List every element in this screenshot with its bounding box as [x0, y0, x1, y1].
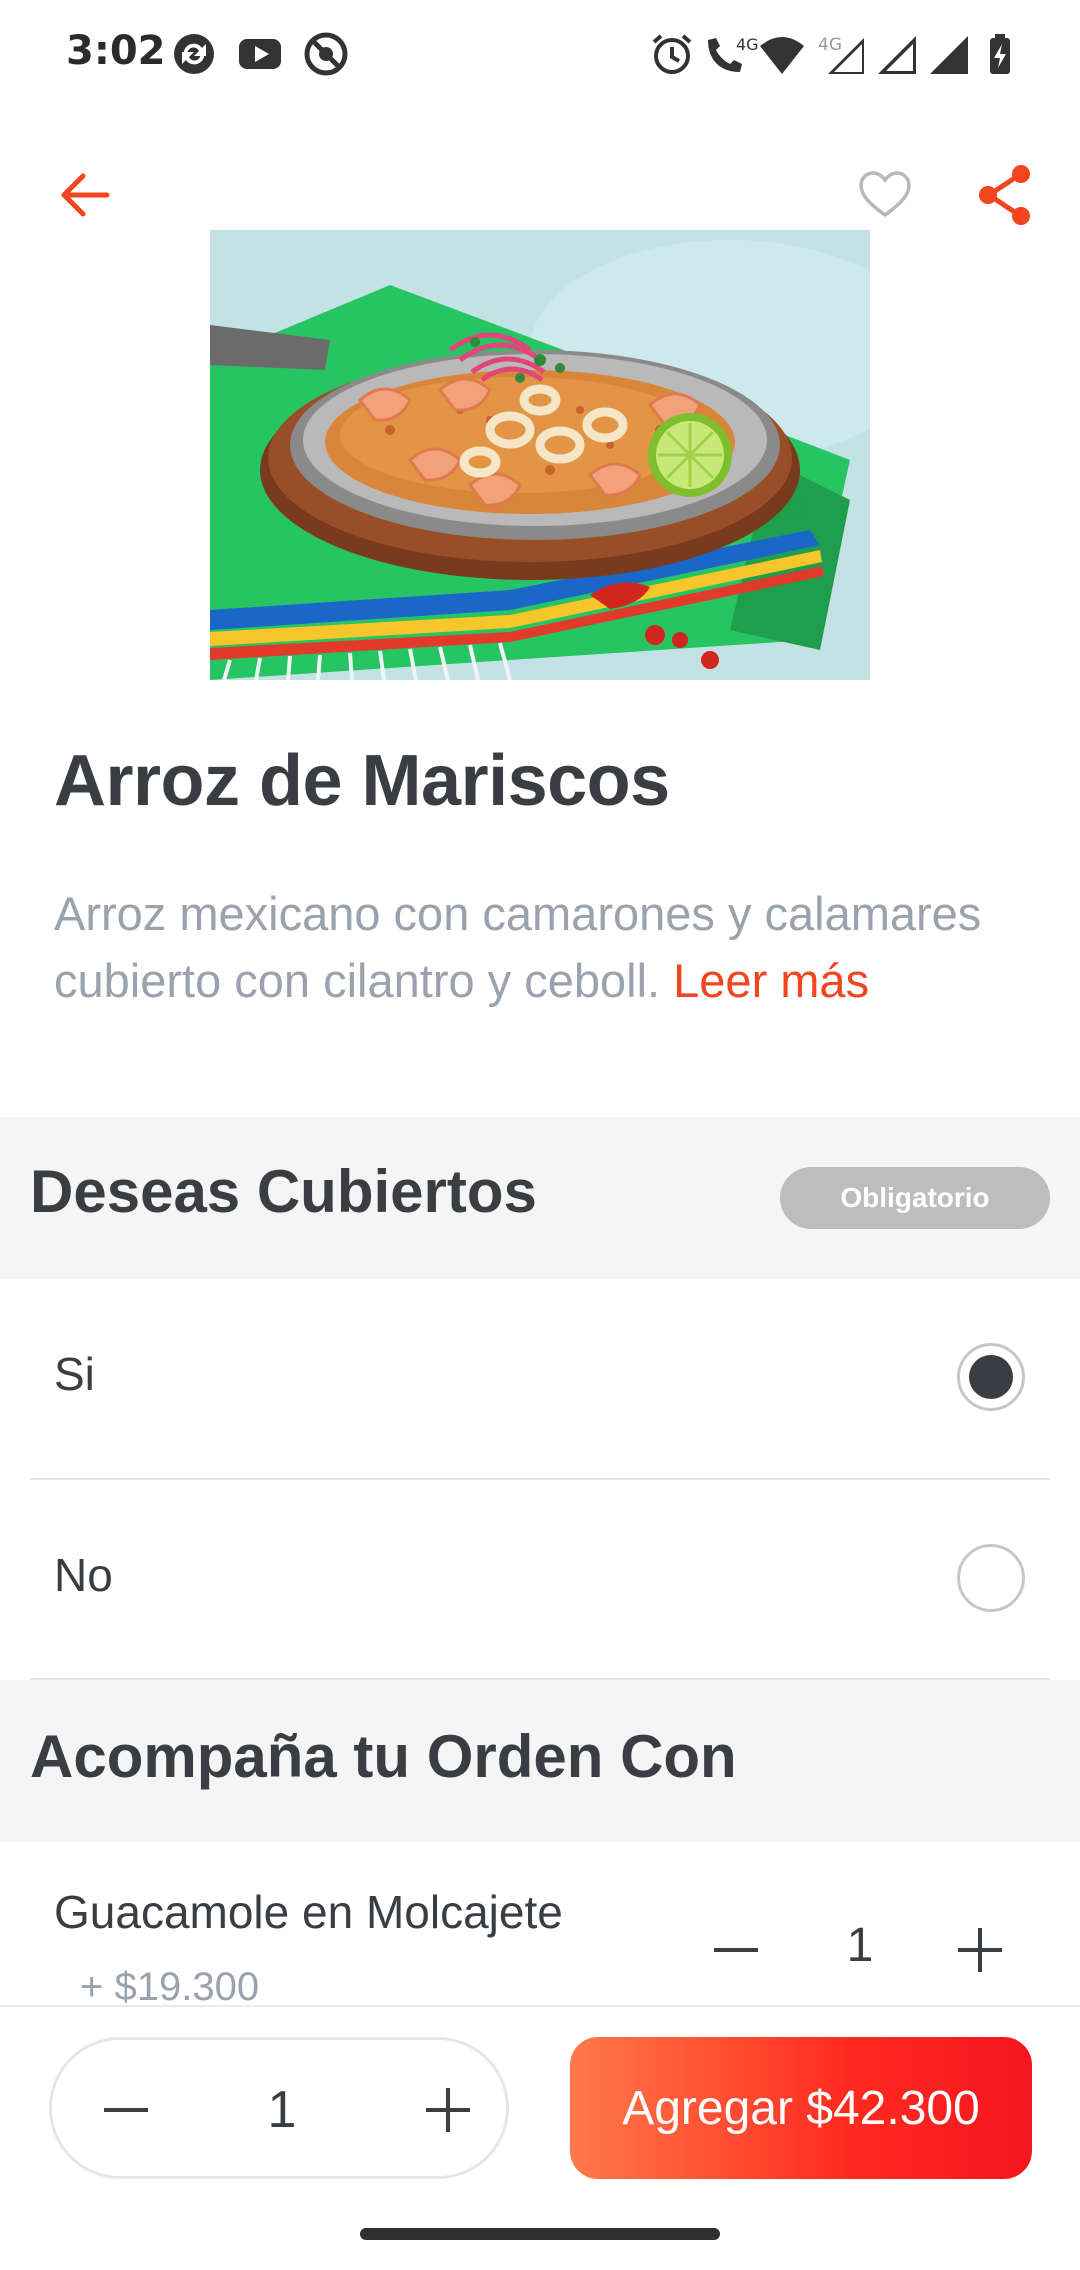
status-bar: 3:02 4G 4G [0, 0, 1080, 110]
quantity-stepper: 1 [49, 2037, 509, 2179]
section-header-cubiertos: Deseas Cubiertos Obligatorio [0, 1117, 1080, 1279]
share-icon [979, 165, 1030, 225]
status-time: 3:02 [66, 28, 166, 74]
option-label: No [54, 1549, 113, 1601]
heart-outline-icon [859, 171, 911, 218]
quantity-value: 1 [267, 2081, 297, 2139]
signal-4g-icon: 4G [818, 35, 864, 74]
product-title: Arroz de Mariscos [54, 741, 670, 821]
top-bar [0, 150, 1080, 240]
option-label: Si [54, 1348, 95, 1400]
addon-price: + $19.300 [80, 1965, 260, 2009]
required-badge: Obligatorio [780, 1167, 1050, 1229]
section-header-addons: Acompaña tu Orden Con [0, 1680, 1080, 1842]
plus-icon [958, 1928, 1002, 1972]
addon-name: Guacamole en Molcajete [54, 1886, 563, 1938]
add-to-cart-button[interactable]: Agregar $42.300 [570, 2037, 1032, 2179]
addon-decrement-button[interactable] [696, 1910, 776, 1990]
section-title: Acompaña tu Orden Con [30, 1723, 737, 1790]
addon-increment-button[interactable] [940, 1910, 1020, 1990]
back-button[interactable] [40, 150, 130, 240]
addon-quantity: 1 [846, 1919, 874, 1972]
radio-button-selected[interactable] [957, 1343, 1025, 1411]
product-image [210, 230, 870, 680]
home-indicator[interactable] [360, 2228, 720, 2240]
wifi-icon [760, 37, 804, 74]
svg-text:4G: 4G [818, 35, 842, 55]
minus-icon [714, 1948, 758, 1952]
signal-icon-2 [930, 36, 968, 74]
product-description: Arroz mexicano con camarones y calamares… [54, 880, 1014, 1014]
read-more-link[interactable]: Leer más [673, 954, 869, 1007]
sync-icon [174, 34, 214, 74]
minus-icon [104, 2108, 148, 2112]
quantity-decrement-button[interactable] [86, 2070, 166, 2150]
option-row-no[interactable]: No [0, 1480, 1080, 1679]
volte-icon: 4G [708, 35, 759, 72]
signal-icon [878, 36, 916, 74]
plus-icon [426, 2088, 470, 2132]
seafood-rice-photo [210, 230, 870, 680]
quantity-increment-button[interactable] [408, 2070, 488, 2150]
youtube-icon [239, 39, 281, 69]
share-button[interactable] [960, 150, 1050, 240]
dnd-icon [304, 32, 348, 76]
radio-button[interactable] [957, 1544, 1025, 1612]
alarm-icon [652, 34, 692, 74]
option-row-si[interactable]: Si [0, 1279, 1080, 1478]
battery-charging-icon [990, 34, 1010, 74]
arrow-left-icon [61, 173, 110, 217]
section-title: Deseas Cubiertos [30, 1158, 537, 1225]
svg-text:4G: 4G [736, 35, 759, 54]
favorite-button[interactable] [840, 150, 930, 240]
